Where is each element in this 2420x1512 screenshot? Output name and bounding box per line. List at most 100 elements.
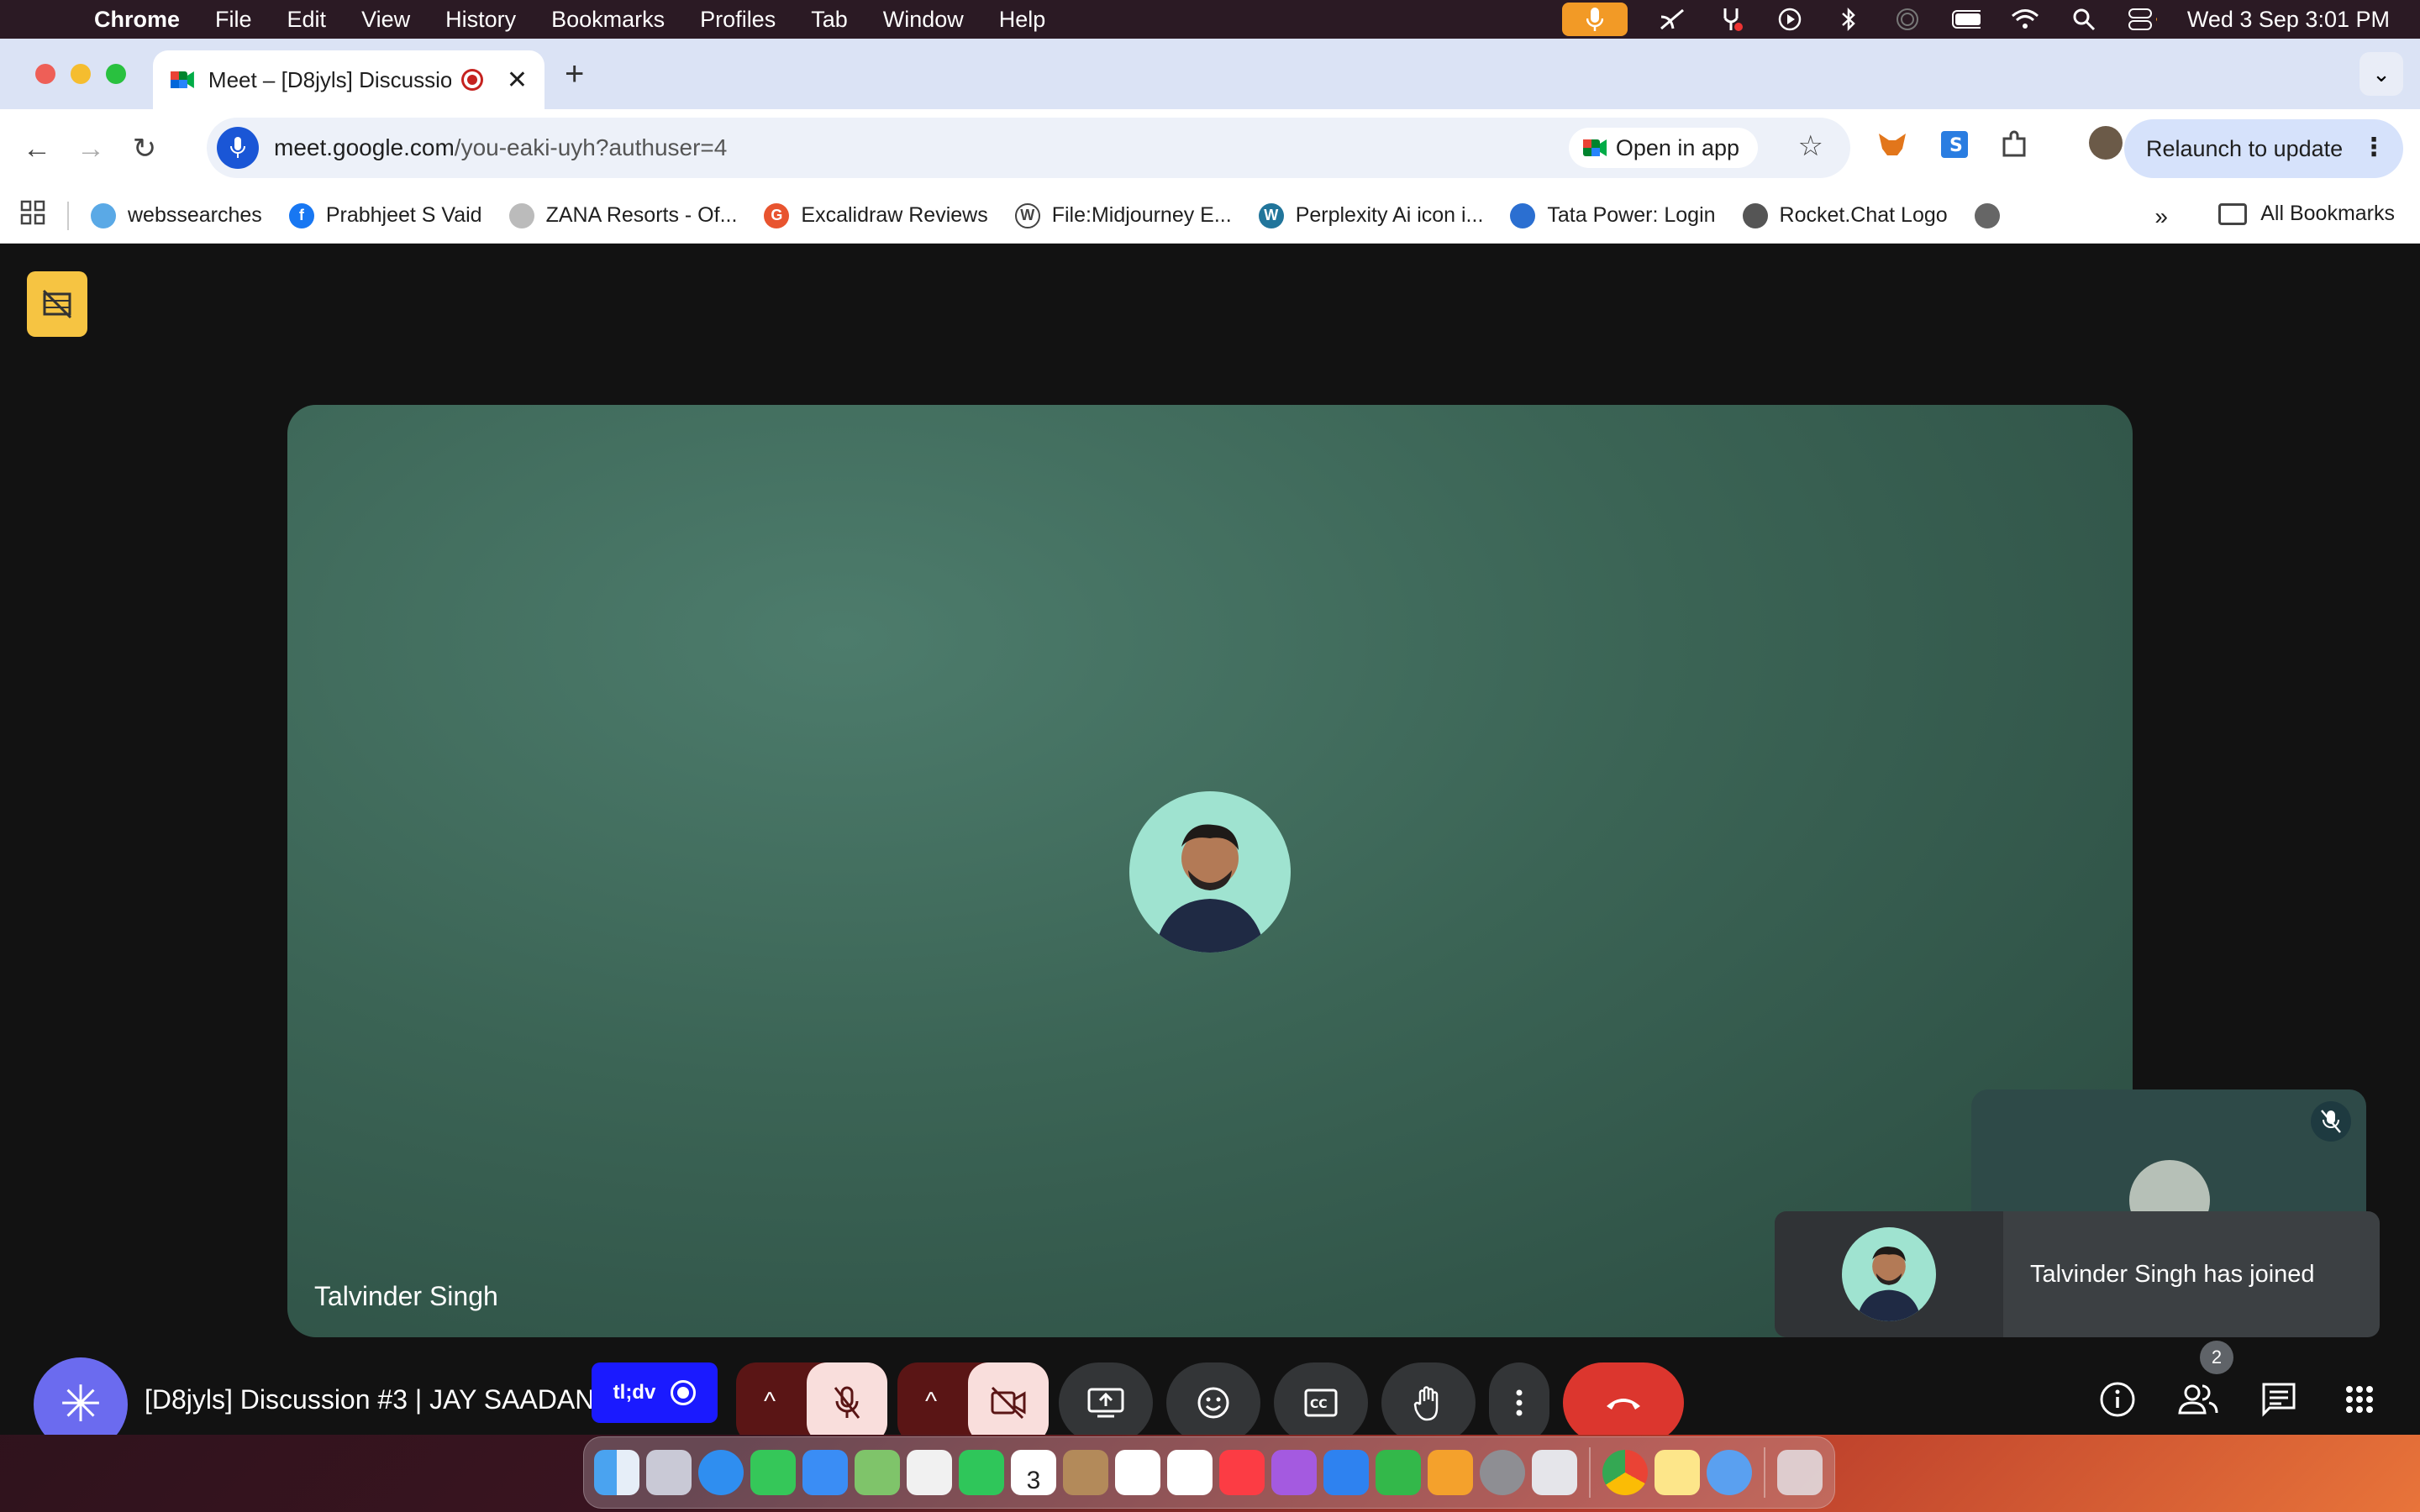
menu-tab[interactable]: Tab xyxy=(811,7,848,33)
tab-meet[interactable]: Meet – [D8jyls] Discussion ✕ xyxy=(153,50,544,109)
bookmark-favicon-icon xyxy=(1510,202,1536,228)
calendar-icon[interactable]: 3 xyxy=(1011,1450,1056,1495)
notes-icon[interactable] xyxy=(1655,1450,1700,1495)
finder-icon[interactable] xyxy=(594,1450,639,1495)
site-mic-permission-icon[interactable] xyxy=(217,127,259,169)
menubar-clock[interactable]: Wed 3 Sep 3:01 PM xyxy=(2187,7,2390,33)
menu-app-name[interactable]: Chrome xyxy=(94,7,180,33)
more-bookmarks-chevron-icon[interactable]: » xyxy=(2154,203,2168,230)
bookmark-star-icon[interactable]: ☆ xyxy=(1798,129,1823,163)
spotlight-search-icon[interactable] xyxy=(2070,7,2098,32)
close-window-button[interactable] xyxy=(35,64,55,84)
more-options-button[interactable] xyxy=(1489,1362,1549,1435)
all-bookmarks-button[interactable]: All Bookmarks xyxy=(2218,202,2395,226)
metamask-extension-icon[interactable] xyxy=(1876,128,1909,161)
leave-call-button[interactable] xyxy=(1563,1362,1684,1435)
freeform-icon[interactable] xyxy=(1167,1450,1213,1495)
activities-button[interactable] xyxy=(2333,1373,2386,1426)
extension-s-icon[interactable]: S xyxy=(1938,128,1971,161)
present-screen-button[interactable] xyxy=(1059,1362,1153,1435)
bookmark-tata-power[interactable]: Tata Power: Login xyxy=(1510,202,1716,228)
people-button[interactable] xyxy=(2171,1373,2225,1426)
fork-app-icon[interactable] xyxy=(1717,7,1745,32)
bookmark-prabhjeet[interactable]: f Prabhjeet S Vaid xyxy=(288,202,482,228)
mic-off-button[interactable] xyxy=(807,1362,887,1435)
menu-bookmarks[interactable]: Bookmarks xyxy=(551,7,665,33)
wifi-icon[interactable] xyxy=(2011,7,2039,32)
menu-window[interactable]: Window xyxy=(883,7,964,33)
bookmark-perplexity[interactable]: W Perplexity Ai icon i... xyxy=(1258,202,1483,228)
raise-hand-button[interactable] xyxy=(1381,1362,1476,1435)
play-circle-icon[interactable] xyxy=(1776,7,1804,32)
menu-edit[interactable]: Edit xyxy=(287,7,327,33)
tab-search-chevron-icon[interactable]: ⌄ xyxy=(2360,52,2403,96)
control-center-icon[interactable] xyxy=(2128,7,2157,32)
messages-icon[interactable] xyxy=(750,1450,796,1495)
new-tab-button[interactable]: + xyxy=(565,55,584,93)
meeting-details-button[interactable] xyxy=(2091,1373,2144,1426)
reactions-button[interactable] xyxy=(1166,1362,1260,1435)
chrome-icon[interactable] xyxy=(1602,1450,1648,1495)
menu-help[interactable]: Help xyxy=(999,7,1046,33)
music-icon[interactable] xyxy=(1219,1450,1265,1495)
extensions-puzzle-icon[interactable] xyxy=(1998,128,2032,161)
minimize-window-button[interactable] xyxy=(71,64,91,84)
address-bar[interactable]: meet.google.com/you-eaki-uyh?authuser=4 … xyxy=(207,118,1850,178)
contacts-icon[interactable] xyxy=(1063,1450,1108,1495)
launchpad-icon[interactable] xyxy=(646,1450,692,1495)
notification-message: Talvinder Singh has joined xyxy=(2030,1260,2315,1288)
reminders-icon[interactable] xyxy=(1115,1450,1160,1495)
menu-file[interactable]: File xyxy=(215,7,252,33)
bookmark-rocketchat[interactable]: Rocket.Chat Logo xyxy=(1742,202,1948,228)
bookmark-midjourney[interactable]: W File:Midjourney E... xyxy=(1014,202,1232,228)
bluetooth-icon[interactable] xyxy=(1834,7,1863,32)
bookmark-globe[interactable] xyxy=(1974,202,2012,228)
camera-off-button[interactable] xyxy=(968,1362,1049,1435)
menu-history[interactable]: History xyxy=(445,7,516,33)
present-screen-icon xyxy=(1087,1388,1124,1418)
iphone-mirroring-icon[interactable] xyxy=(1532,1450,1577,1495)
maps-icon[interactable] xyxy=(855,1450,900,1495)
bookmark-zana[interactable]: ZANA Resorts - Of... xyxy=(508,202,737,228)
safari-preview-icon[interactable] xyxy=(1707,1450,1752,1495)
relaunch-to-update-button[interactable]: Relaunch to update ⋮ xyxy=(2124,119,2403,178)
gemini-sparkle-button[interactable]: ✳ xyxy=(34,1357,128,1435)
video-options-chevron-icon[interactable]: ^ xyxy=(914,1388,948,1418)
no-camera-badge-icon[interactable] xyxy=(27,271,87,337)
tab-close-icon[interactable]: ✕ xyxy=(507,66,528,95)
open-in-app-button[interactable]: Open in app xyxy=(1568,128,1758,168)
facetime-icon[interactable] xyxy=(959,1450,1004,1495)
mail-icon[interactable] xyxy=(802,1450,848,1495)
airdrop-icon[interactable] xyxy=(1893,7,1922,32)
system-settings-icon[interactable] xyxy=(1480,1450,1525,1495)
url-text[interactable]: meet.google.com/you-eaki-uyh?authuser=4 xyxy=(274,134,727,161)
menu-profiles[interactable]: Profiles xyxy=(700,7,776,33)
profile-avatar[interactable] xyxy=(2089,126,2123,160)
photos-icon[interactable] xyxy=(907,1450,952,1495)
apps-grid-icon[interactable] xyxy=(20,200,47,231)
battery-icon[interactable] xyxy=(1951,7,1981,32)
safari-icon[interactable] xyxy=(698,1450,744,1495)
cast-icon[interactable] xyxy=(1658,7,1686,32)
bookmark-webssearches[interactable]: webssearches xyxy=(91,202,262,228)
keynote-icon[interactable] xyxy=(1323,1450,1369,1495)
menu-view[interactable]: View xyxy=(361,7,410,33)
forward-arrow-icon[interactable]: → xyxy=(74,133,108,165)
bookmark-excalidraw[interactable]: G Excalidraw Reviews xyxy=(764,202,988,228)
numbers-icon[interactable] xyxy=(1376,1450,1421,1495)
zoom-window-button[interactable] xyxy=(106,64,126,84)
podcasts-icon[interactable] xyxy=(1271,1450,1317,1495)
dock-divider xyxy=(1764,1447,1765,1498)
audio-options-chevron-icon[interactable]: ^ xyxy=(753,1388,786,1418)
reload-icon[interactable]: ↻ xyxy=(128,132,161,165)
captions-button[interactable]: CC xyxy=(1274,1362,1368,1435)
chat-button[interactable] xyxy=(2252,1373,2306,1426)
tldv-record-button[interactable]: tl;dv xyxy=(592,1362,718,1423)
microphone-in-use-icon[interactable] xyxy=(1561,3,1628,36)
chrome-window: Meet – [D8jyls] Discussion ✕ + ⌄ ← → ↻ m… xyxy=(0,39,2420,1435)
more-menu-icon[interactable]: ⋮ xyxy=(2361,133,2386,162)
pages-icon[interactable] xyxy=(1428,1450,1473,1495)
back-arrow-icon[interactable]: ← xyxy=(20,133,54,165)
main-participant-tile[interactable]: Talvinder Singh xyxy=(287,405,2133,1337)
trash-icon[interactable] xyxy=(1777,1450,1823,1495)
